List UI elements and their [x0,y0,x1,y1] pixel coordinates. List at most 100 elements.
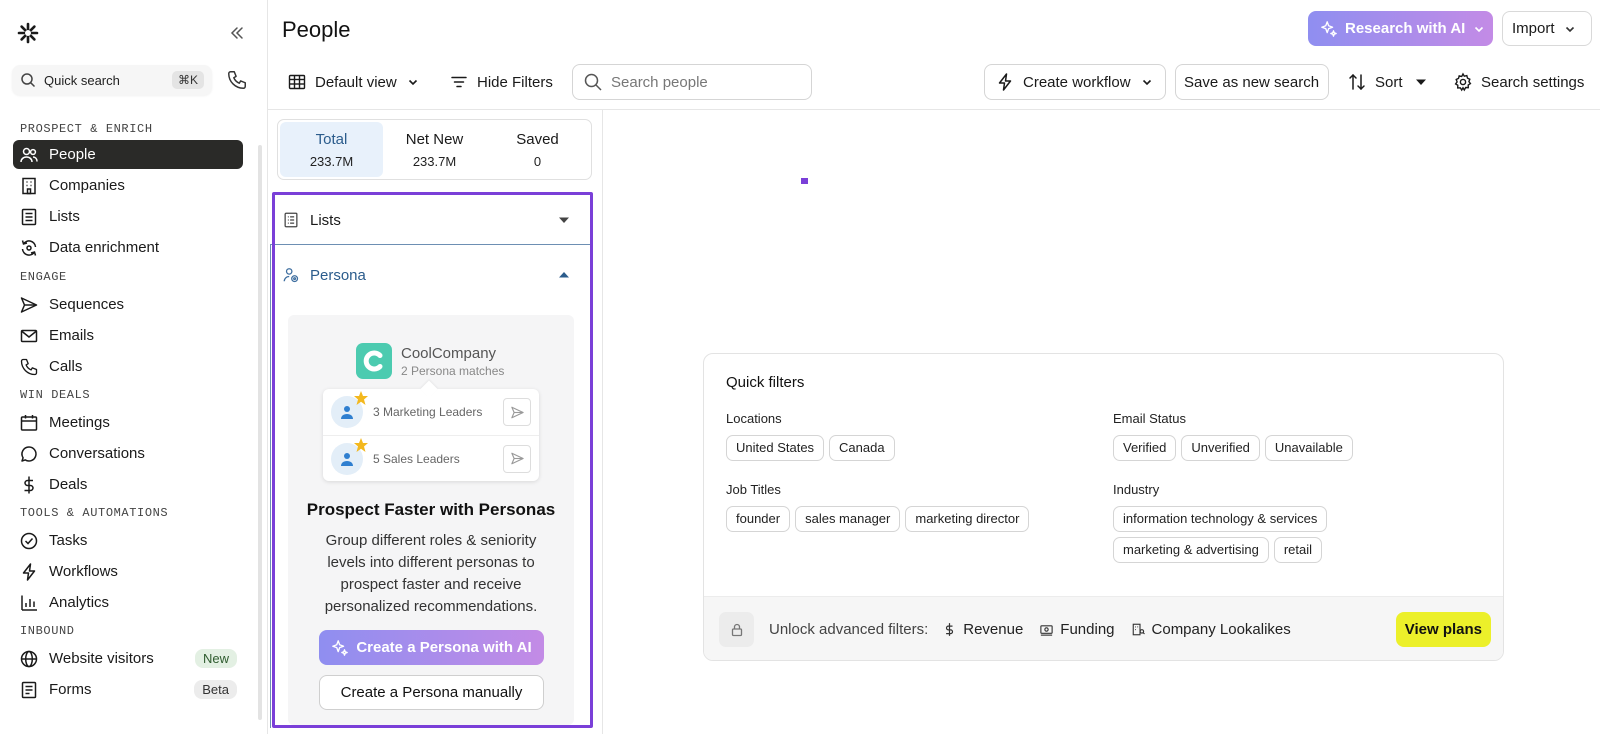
caret-down-icon [559,217,569,223]
sidebar-item-lists[interactable]: Lists [13,202,243,231]
section-label-engage: ENGAGE [20,270,67,284]
sort-dropdown[interactable]: Sort [1347,64,1427,100]
filter-panel: Total 233.7M Net New 233.7M Saved 0 List… [268,110,603,734]
list-icon [284,212,298,228]
quick-filter-locations: Locations United States Canada [726,411,1106,461]
sidebar-item-companies[interactable]: Companies [13,171,243,200]
filter-chip[interactable]: marketing director [905,506,1030,532]
quick-search-label: Quick search [44,72,120,88]
quick-search-button[interactable]: Quick search ⌘K [12,65,212,95]
bar-chart-icon [21,595,37,611]
sidebar-item-label: Meetings [49,414,110,431]
page-title: People [282,17,351,42]
quick-filter-label: Industry [1113,482,1160,497]
filter-chip[interactable]: Verified [1113,435,1177,461]
create-workflow-button[interactable]: Create workflow [984,64,1166,100]
funding-filter-item: Funding [1039,621,1115,638]
quick-filters-card: Quick filters Locations United States Ca… [703,353,1504,661]
persona-preview-label: 3 Marketing Leaders [373,405,483,419]
lightning-icon [22,562,36,581]
import-button[interactable]: Import [1502,11,1592,46]
create-persona-manually-button[interactable]: Create a Persona manually [319,675,544,710]
sidebar-item-calls[interactable]: Calls [13,352,243,381]
caret-up-icon [559,272,569,278]
sidebar-item-sequences[interactable]: Sequences [13,290,243,319]
new-badge: New [194,649,237,668]
import-label: Import [1512,20,1555,37]
search-settings-button[interactable]: Search settings [1453,64,1584,100]
globe-icon [20,650,38,667]
tab-net-new-label: Net New [405,130,464,148]
sidebar-item-people[interactable]: People [13,140,243,169]
section-label-tools: TOOLS & AUTOMATIONS [20,506,169,520]
default-view-dropdown[interactable]: Default view [287,64,419,100]
hide-filters-label: Hide Filters [477,73,553,91]
dollar-icon [946,623,954,636]
filter-chip[interactable]: Unavailable [1264,435,1353,461]
section-label-inbound: INBOUND [20,624,75,638]
hide-filters-button[interactable]: Hide Filters [449,64,553,100]
advanced-filters-footer: Unlock advanced filters: Revenue Funding… [704,596,1503,660]
sidebar-item-emails[interactable]: Emails [13,321,243,350]
send-button [503,398,531,426]
sidebar-item-workflows[interactable]: Workflows [13,557,243,586]
filter-chip[interactable]: information technology & services [1113,506,1328,532]
phone-icon [20,358,38,375]
lists-filter-label: Lists [310,211,341,229]
sidebar-item-analytics[interactable]: Analytics [13,588,243,617]
quick-filter-email-status: Email Status Verified Unverified Unavail… [1113,411,1493,461]
save-as-new-search-button[interactable]: Save as new search [1175,64,1329,100]
search-people-field[interactable] [572,64,812,100]
lists-filter-accordion[interactable]: Lists [282,202,582,238]
company-lookalikes-item: Company Lookalikes [1131,621,1291,638]
sidebar-item-label: Website visitors [49,650,154,667]
send-icon [510,452,524,465]
dialer-phone-icon[interactable] [226,69,248,91]
send-button [503,444,531,473]
sidebar-item-forms[interactable]: Forms Beta [13,675,243,704]
send-icon [510,406,524,418]
filter-chip[interactable]: marketing & advertising [1113,537,1269,563]
sidebar-item-meetings[interactable]: Meetings [13,408,243,437]
sidebar-item-label: Analytics [49,594,110,611]
send-icon [20,296,38,313]
create-persona-with-ai-button[interactable]: Create a Persona with AI [319,630,544,665]
apollo-logo-icon[interactable] [17,22,39,44]
tab-total-label: Total [315,130,348,148]
gear-icon [1454,72,1472,92]
quick-filter-industry: Industry information technology & servic… [1113,482,1353,563]
tab-total[interactable]: Total 233.7M [280,122,383,177]
sidebar-item-website-visitors[interactable]: Website visitors New [13,644,243,673]
sidebar-scrollbar[interactable] [258,145,262,720]
mail-icon [20,329,38,342]
persona-promo-description: Group different roles & seniority levels… [324,532,538,615]
view-plans-button[interactable]: View plans [1395,612,1491,647]
funding-icon [1040,625,1053,636]
sidebar-item-conversations[interactable]: Conversations [13,439,243,468]
tab-net-new[interactable]: Net New 233.7M [383,122,486,177]
building-search-icon [1132,623,1145,636]
search-people-input[interactable] [611,73,791,91]
person-icon [341,406,353,419]
quick-search-shortcut: ⌘K [171,71,204,89]
persona-filter-accordion[interactable]: Persona [282,257,582,293]
filter-chip[interactable]: retail [1273,537,1323,563]
lock-icon-box [719,612,754,647]
people-icon [20,147,38,162]
filter-chip[interactable]: United States [726,435,825,461]
sidebar-item-data-enrichment[interactable]: Data enrichment [13,233,243,262]
avatar [331,391,368,428]
filter-chip[interactable]: founder [726,506,791,532]
research-with-ai-button[interactable]: Research with AI [1308,11,1493,46]
sidebar-item-deals[interactable]: Deals [13,470,243,499]
persona-preview-row: 5 Sales Leaders [323,435,539,481]
filter-chip[interactable]: sales manager [795,506,901,532]
star-icon [354,391,368,405]
sidebar-item-tasks[interactable]: Tasks [13,526,243,555]
filter-chip[interactable]: Canada [829,435,895,461]
tab-saved-label: Saved [516,130,559,148]
form-icon [21,681,37,698]
tab-saved[interactable]: Saved 0 [486,122,589,177]
filter-chip[interactable]: Unverified [1181,435,1260,461]
collapse-sidebar-icon[interactable] [228,24,246,42]
